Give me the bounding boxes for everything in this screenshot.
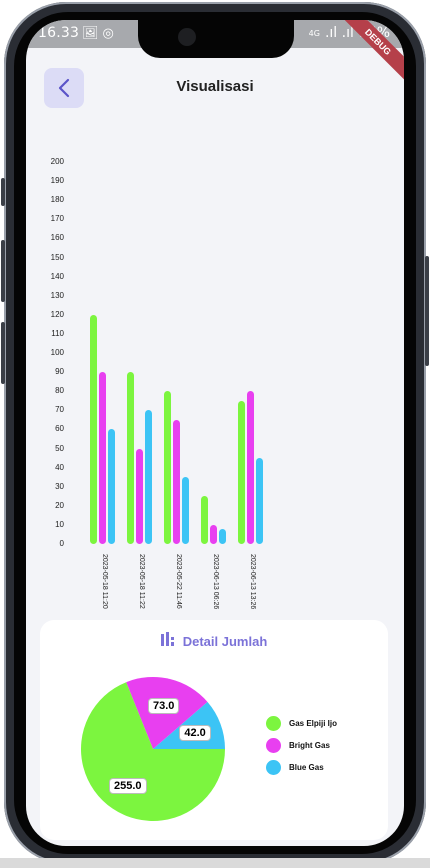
front-camera-icon xyxy=(178,28,196,46)
bar-chart: 0 10 20 30 40 50 60 70 80 90 100 110 120 130 140 150 160… xyxy=(26,130,404,609)
legend-label: Bright Gas xyxy=(289,741,330,750)
bar-blue-gas xyxy=(182,477,189,544)
bar-bright-gas xyxy=(173,419,180,544)
image-icon: 🖼 xyxy=(82,26,99,41)
y-tick-label: 80 xyxy=(55,386,64,396)
y-tick-label: 10 xyxy=(55,519,64,529)
side-button-action xyxy=(1,178,5,206)
y-tick-label: 40 xyxy=(55,462,64,472)
bar-blue-gas xyxy=(145,410,152,544)
bar-bright-gas xyxy=(247,391,254,544)
bar-chart-icon xyxy=(160,632,174,646)
y-tick-label: 110 xyxy=(51,328,64,338)
bar-gas-elpiji-ijo xyxy=(90,314,97,544)
pie-slice-label: 73.0 xyxy=(148,697,180,714)
bar-gas-elpiji-ijo xyxy=(201,496,208,544)
bar-bright-gas xyxy=(136,448,143,544)
y-tick-label: 90 xyxy=(55,367,64,377)
bar-bright-gas xyxy=(210,524,217,544)
y-tick-label: 180 xyxy=(50,195,64,205)
y-tick-label: 170 xyxy=(50,214,64,224)
y-tick-label: 70 xyxy=(55,405,64,415)
y-tick-label: 120 xyxy=(50,309,64,319)
page-title: Visualisasi xyxy=(176,78,254,95)
side-button-volume-down xyxy=(1,322,5,384)
status-time: 16.33 xyxy=(38,25,80,41)
y-tick-label: 60 xyxy=(55,424,64,434)
legend-label: Blue Gas xyxy=(289,763,324,772)
bar-gas-elpiji-ijo xyxy=(127,372,134,544)
bar-blue-gas xyxy=(219,528,226,544)
pie-chart: 42.0 73.0 255.0 xyxy=(80,676,226,822)
detail-title-text: Detail Jumlah xyxy=(182,634,268,649)
legend-label: Gas Elpiji Ijo xyxy=(289,719,338,728)
bar-gas-elpiji-ijo xyxy=(164,391,171,544)
y-tick-label: 190 xyxy=(50,176,64,186)
pie-legend: Gas Elpiji Ijo Bright Gas Blue Gas xyxy=(266,716,337,782)
instagram-icon: ◎ xyxy=(102,26,114,41)
bar-blue-gas xyxy=(108,429,115,544)
x-tick-label: 2023-06-13 06:26 xyxy=(212,554,219,610)
x-tick-label: 2023-05-22 11:46 xyxy=(175,554,182,609)
side-button-power xyxy=(425,256,429,366)
legend-swatch xyxy=(266,716,281,731)
camera-notch xyxy=(138,20,294,58)
y-tick-label: 150 xyxy=(50,252,64,262)
bar-bright-gas xyxy=(99,372,106,544)
y-tick-label: 200 xyxy=(50,157,64,166)
x-tick-label: 2023-05-18 11:20 xyxy=(101,554,108,609)
bar-gas-elpiji-ijo xyxy=(238,400,245,544)
detail-card: Detail Jumlah 42.0 73.0 255.0 Gas Elpiji I… xyxy=(40,620,388,840)
bar-blue-gas xyxy=(256,458,263,544)
y-tick-label: 100 xyxy=(50,348,64,357)
legend-item: Bright Gas xyxy=(266,738,337,753)
pie-slice-label: 255.0 xyxy=(109,777,147,794)
x-tick-label: 2023-05-18 11:22 xyxy=(138,554,145,609)
pie-slice-label: 42.0 xyxy=(179,725,211,742)
signal-icon: .ıl .ıl xyxy=(324,25,354,41)
signal-label: 4G xyxy=(308,28,320,38)
y-tick-label: 140 xyxy=(50,271,64,281)
detail-title: Detail Jumlah xyxy=(40,632,388,649)
y-tick-label: 0 xyxy=(59,539,64,548)
legend-item: Blue Gas xyxy=(266,760,337,775)
x-tick-label: 2023-06-13 13:26 xyxy=(249,554,256,610)
legend-swatch xyxy=(266,760,281,775)
app-screen: 16.33 🖼 ◎ 4G .ıl .ıl 95% DEBUG Visualisa… xyxy=(26,20,404,846)
legend-swatch xyxy=(266,738,281,753)
legend-item: Gas Elpiji Ijo xyxy=(266,716,337,731)
y-tick-label: 130 xyxy=(50,290,64,300)
app-header: Visualisasi xyxy=(26,66,404,110)
y-tick-label: 160 xyxy=(50,233,64,243)
y-tick-label: 50 xyxy=(55,443,64,453)
bottom-strip xyxy=(0,858,430,868)
y-tick-label: 30 xyxy=(55,481,64,491)
side-button-volume-up xyxy=(1,240,5,302)
y-tick-label: 20 xyxy=(55,500,64,510)
